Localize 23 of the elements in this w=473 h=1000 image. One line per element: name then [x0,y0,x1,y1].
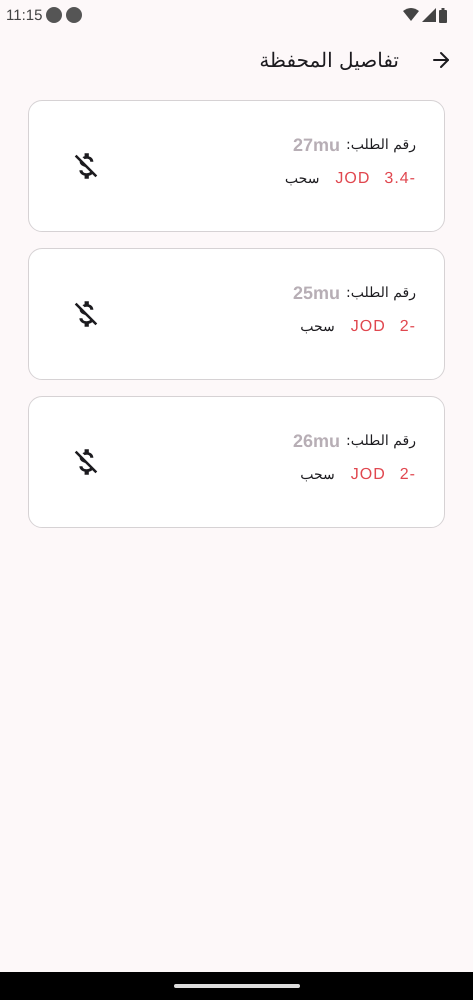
currency: JOD [335,170,370,188]
status-time: 11:15 [6,6,42,24]
notification-icon [46,7,62,23]
currency: JOD [350,318,386,336]
amount: 2- [400,318,416,336]
amount: 2- [400,466,416,484]
battery-icon [439,8,447,22]
order-label: رقم الطلب: [346,137,416,153]
transaction-type: سحب [300,466,335,482]
signal-icon [422,8,436,22]
currency: JOD [350,466,386,484]
order-id: 27mu [293,134,340,156]
order-id: 26mu [293,430,340,452]
home-handle[interactable] [174,984,300,988]
order-label: رقم الطلب: [346,433,416,449]
notification-icon [66,7,82,23]
amount: 3.4- [384,170,416,188]
transaction-type: سحب [300,318,335,334]
page-title: تفاصيل المحفظة [259,48,399,72]
wifi-icon [403,8,419,22]
order-label: رقم الطلب: [346,285,416,301]
order-id: 25mu [293,282,340,304]
transaction-type: سحب [284,170,320,186]
